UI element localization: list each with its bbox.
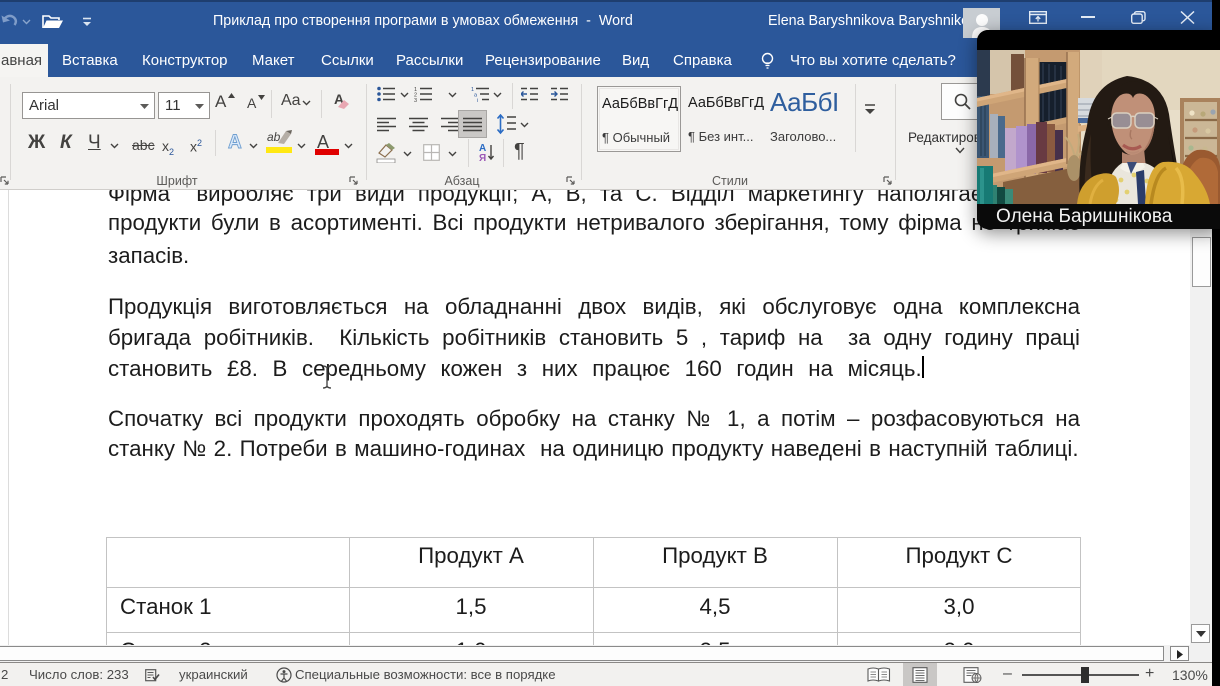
svg-text:Я: Я [479,153,486,163]
svg-text:3: 3 [414,98,417,102]
svg-text:Олена Баришнікова: Олена Баришнікова [996,206,1173,227]
svg-text:А: А [228,132,242,152]
svg-text:i: i [477,98,478,102]
